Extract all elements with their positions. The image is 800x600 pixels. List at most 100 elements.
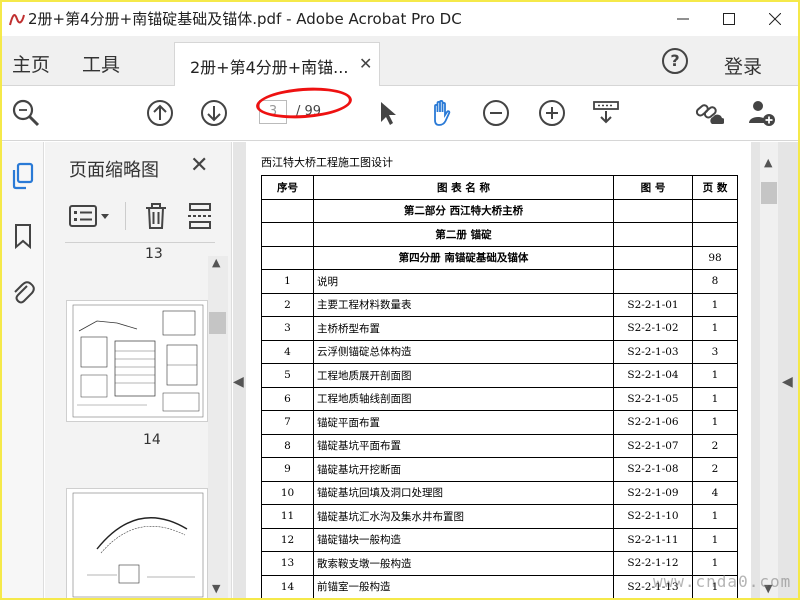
tab-document[interactable]: 2册+第4分册+南锚... ✕ [174,42,380,86]
row-figure-number: S2-2-1-05 [613,386,693,411]
row-number: 13 [261,551,314,576]
page-display-icon[interactable] [590,97,622,129]
zoom-in-icon[interactable] [536,97,568,129]
zoom-search-icon[interactable] [10,97,42,129]
expand-right-pane-icon[interactable]: ◀ [782,374,793,390]
column-header: 页 数 [692,175,738,200]
tab-tools[interactable]: 工具 [82,50,120,77]
close-window-button[interactable] [752,2,798,36]
row-figure-number: S2-2-1-02 [613,316,693,341]
page-thumbnails-icon[interactable] [10,162,36,190]
extract-page-icon[interactable] [187,202,213,230]
maximize-icon [723,13,735,25]
close-pane-icon[interactable]: ✕ [190,153,208,178]
table-row: 10 锚碇基坑回填及洞口处理图 S2-2-1-09 4 [261,480,738,505]
scroll-down-icon[interactable]: ▼ [212,582,220,595]
row-number: 8 [261,433,314,458]
share-link-icon[interactable] [692,97,724,129]
document-scrollbar-thumb[interactable] [761,182,777,204]
attachments-icon[interactable] [10,278,36,306]
minimize-button[interactable] [660,2,706,36]
zoom-out-icon[interactable] [480,97,512,129]
left-navigation-rail [2,142,44,598]
column-header: 图 表 名 称 [313,175,614,200]
table-row: 2 主要工程材料数量表 S2-2-1-01 1 [261,292,738,317]
section-title: 第二部分 西江特大桥主桥 [313,198,614,223]
row-number: 14 [261,574,314,598]
thumbnail-page-15[interactable] [66,488,208,598]
next-page-icon[interactable] [198,97,230,129]
row-number: 11 [261,504,314,529]
row-figure-number [613,269,693,294]
close-tab-icon[interactable]: ✕ [359,54,372,73]
maximize-button[interactable] [706,2,752,36]
table-row: 9 锚碇基坑开挖断面 S2-2-1-08 2 [261,457,738,482]
document-scrollbar[interactable]: ▲ ▼ [760,142,778,598]
document-view: ◀ ◀ 西江特大桥工程施工图设计 序号 图 表 名 称 图 号 页 数 第二部分… [233,142,798,598]
acrobat-window: 2册+第4分册+南锚碇基础及锚体.pdf - Adobe Acrobat Pro… [2,2,798,598]
row-figure-number: S2-2-1-03 [613,339,693,364]
row-figure-number: S2-2-1-04 [613,363,693,388]
row-name: 主要工程材料数量表 [313,292,614,317]
thumbnail-page-14[interactable] [66,300,208,422]
column-header: 图 号 [613,175,693,200]
row-figure-number: S2-2-1-06 [613,410,693,435]
collapse-left-pane-icon[interactable]: ◀ [233,374,244,390]
row-pages: 1 [692,504,738,529]
thumbnail-scrollbar[interactable]: ▲ ▼ [208,256,228,598]
row-name: 锚碇基坑平面布置 [313,433,614,458]
row-name: 锚碇锚块一般构造 [313,527,614,552]
row-figure-number: S2-2-1-08 [613,457,693,482]
section-row: 第二部分 西江特大桥主桥 [261,198,738,223]
row-pages: 1 [692,316,738,341]
row-pages: 1 [692,363,738,388]
row-name: 说明 [313,269,614,294]
previous-page-icon[interactable] [144,97,176,129]
minimize-icon [677,18,689,20]
add-user-icon[interactable] [746,97,778,129]
main-toolbar: 3 / 99 [2,84,798,141]
login-button[interactable]: 登录 [724,52,762,79]
thumbnail-drawing-preview [72,492,204,598]
thumbnail-drawing-preview [72,304,204,418]
select-cursor-icon[interactable] [372,97,404,129]
row-pages: 1 [692,386,738,411]
row-number: 12 [261,527,314,552]
row-pages: 3 [692,339,738,364]
acrobat-logo-icon [9,14,25,26]
row-number: 1 [261,269,314,294]
bookmarks-icon[interactable] [10,222,36,250]
row-name: 前锚室一般构造 [313,574,614,598]
row-name: 锚碇平面布置 [313,410,614,435]
row-pages: 1 [692,292,738,317]
row-pages: 2 [692,457,738,482]
row-figure-number: S2-2-1-10 [613,504,693,529]
toolbar-divider [125,202,126,230]
section-pages: 98 [692,245,738,270]
thumbnail-options-icon[interactable] [69,204,113,228]
window-title: 2册+第4分册+南锚碇基础及锚体.pdf - Adobe Acrobat Pro… [28,10,462,28]
row-pages: 1 [692,410,738,435]
help-button[interactable]: ? [662,48,688,74]
title-bar: 2册+第4分册+南锚碇基础及锚体.pdf - Adobe Acrobat Pro… [2,2,798,36]
row-number: 6 [261,386,314,411]
table-row: 1 说明 8 [261,269,738,294]
table-row: 5 工程地质展开剖面图 S2-2-1-04 1 [261,363,738,388]
thumbnail-scrollbar-thumb[interactable] [209,312,226,334]
scroll-up-icon[interactable]: ▲ [764,156,772,169]
row-number: 7 [261,410,314,435]
row-pages: 1 [692,527,738,552]
row-figure-number: S2-2-1-07 [613,433,693,458]
delete-page-icon[interactable] [143,202,169,230]
table-row: 12 锚碇锚块一般构造 S2-2-1-11 1 [261,527,738,552]
row-name: 锚碇基坑回填及洞口处理图 [313,480,614,505]
row-number: 10 [261,480,314,505]
tab-home[interactable]: 主页 [12,50,50,77]
row-pages: 4 [692,480,738,505]
thumbnail-page-label: 14 [143,432,161,448]
hand-tool-icon[interactable] [426,97,458,129]
table-row: 11 锚碇基坑汇水沟及集水井布置图 S2-2-1-10 1 [261,504,738,529]
scroll-up-icon[interactable]: ▲ [212,256,220,269]
table-row: 4 云浮侧锚碇总体构造 S2-2-1-03 3 [261,339,738,364]
table-header-row: 序号 图 表 名 称 图 号 页 数 [261,175,738,200]
